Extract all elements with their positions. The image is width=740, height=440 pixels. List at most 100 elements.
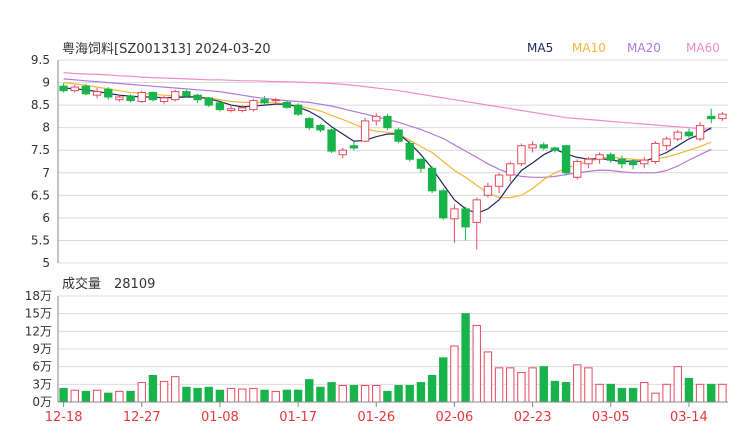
volume-bar	[293, 389, 303, 403]
volume-bar	[606, 383, 615, 403]
candlestick	[595, 152, 604, 164]
volume-bar	[249, 387, 258, 403]
candle-body	[494, 174, 504, 187]
candlestick	[427, 166, 437, 194]
volume-bar	[383, 390, 392, 403]
volume-bar	[483, 351, 493, 403]
volume-bar	[506, 367, 515, 403]
candle-body	[137, 91, 146, 103]
volume-bar	[617, 387, 627, 403]
candlestick	[651, 141, 660, 164]
volume-bar	[305, 379, 314, 403]
candle-body	[249, 100, 258, 111]
volume-bar	[92, 389, 102, 403]
candle-body	[159, 97, 169, 103]
candle-body	[293, 104, 303, 115]
candle-body	[81, 85, 91, 95]
volume-bar	[550, 380, 560, 403]
volume-bar	[59, 387, 68, 403]
volume-bar	[159, 380, 169, 403]
candle-body	[104, 88, 113, 98]
candlestick	[405, 141, 414, 162]
volume-bar	[81, 390, 91, 403]
volume-bar	[450, 345, 459, 403]
candle-body	[405, 142, 414, 160]
volume-bar	[327, 382, 336, 403]
volume-bar	[416, 382, 426, 403]
candlestick	[59, 83, 68, 93]
candlestick	[171, 89, 180, 102]
candlestick	[226, 106, 236, 113]
candle-body	[148, 91, 158, 101]
volume-label: 成交量	[62, 276, 101, 292]
candle-body	[305, 118, 314, 129]
volume-bar	[651, 392, 660, 403]
candlestick	[673, 129, 682, 142]
candle-body	[394, 129, 403, 142]
price-tick-label: 5.5	[31, 233, 50, 247]
volume-tick-label: 3万	[32, 377, 52, 391]
candle-body	[70, 86, 79, 92]
price-tick-label: 5	[42, 256, 50, 270]
volume-tick-label: 0万	[32, 395, 52, 409]
volume-bar	[472, 324, 481, 403]
price-y-axis: 9.5 9 8.5 8 7.5 7 6.5 6 5.5 5	[31, 53, 59, 270]
candle-body	[372, 115, 381, 122]
candle-body	[561, 145, 571, 174]
volume-bar	[260, 389, 269, 403]
candlestick	[349, 141, 359, 151]
candlestick	[606, 152, 615, 163]
candlestick	[327, 128, 336, 153]
candle-body	[640, 159, 649, 165]
candle-body	[472, 199, 481, 223]
date-tick-label: 01-17	[279, 410, 317, 425]
moving-average-lines	[63, 72, 712, 215]
candle-body	[238, 107, 247, 112]
candle-body	[483, 185, 493, 196]
volume-bar	[182, 386, 191, 403]
candle-body	[628, 161, 638, 166]
volume-bar	[372, 385, 381, 403]
volume-bar	[695, 383, 705, 403]
candlestick	[550, 146, 560, 153]
candlestick	[416, 158, 426, 173]
volume-value: 28109	[114, 277, 155, 292]
legend-ma10: MA10	[572, 41, 606, 55]
volume-bar	[584, 367, 593, 403]
candle-body	[695, 124, 705, 140]
candle-body	[316, 124, 325, 131]
candlestick	[394, 127, 403, 144]
candle-body	[204, 97, 213, 106]
candle-body	[550, 147, 560, 151]
candle-body	[718, 113, 727, 120]
candle-body	[506, 163, 515, 176]
volume-tick-label: 9万	[32, 342, 52, 356]
candlestick	[249, 98, 258, 112]
volume-bar	[573, 364, 582, 403]
candle-body	[584, 158, 593, 165]
candle-body	[450, 208, 459, 220]
candlestick	[305, 116, 314, 130]
volume-bar	[394, 385, 403, 403]
volume-bar	[215, 389, 225, 403]
volume-bar	[282, 389, 292, 403]
candle-body	[427, 167, 437, 192]
candlestick	[293, 103, 303, 116]
volume-bar	[628, 387, 638, 403]
volume-bar	[405, 385, 414, 403]
candlestick	[282, 100, 292, 109]
volume-bar	[684, 377, 694, 403]
candlestick	[684, 128, 694, 138]
volume-tick-label: 18万	[25, 289, 52, 303]
price-tick-label: 6	[42, 211, 50, 225]
volume-bar	[70, 389, 79, 403]
volume-tick-label: 12万	[25, 324, 52, 338]
candle-body	[327, 129, 336, 152]
candlestick	[494, 172, 504, 194]
candle-body	[673, 131, 682, 140]
candle-body	[595, 154, 604, 160]
candlestick	[115, 95, 124, 102]
candle-body	[461, 208, 470, 228]
date-tick-label: 02-23	[514, 410, 552, 425]
candle-body	[338, 149, 347, 156]
